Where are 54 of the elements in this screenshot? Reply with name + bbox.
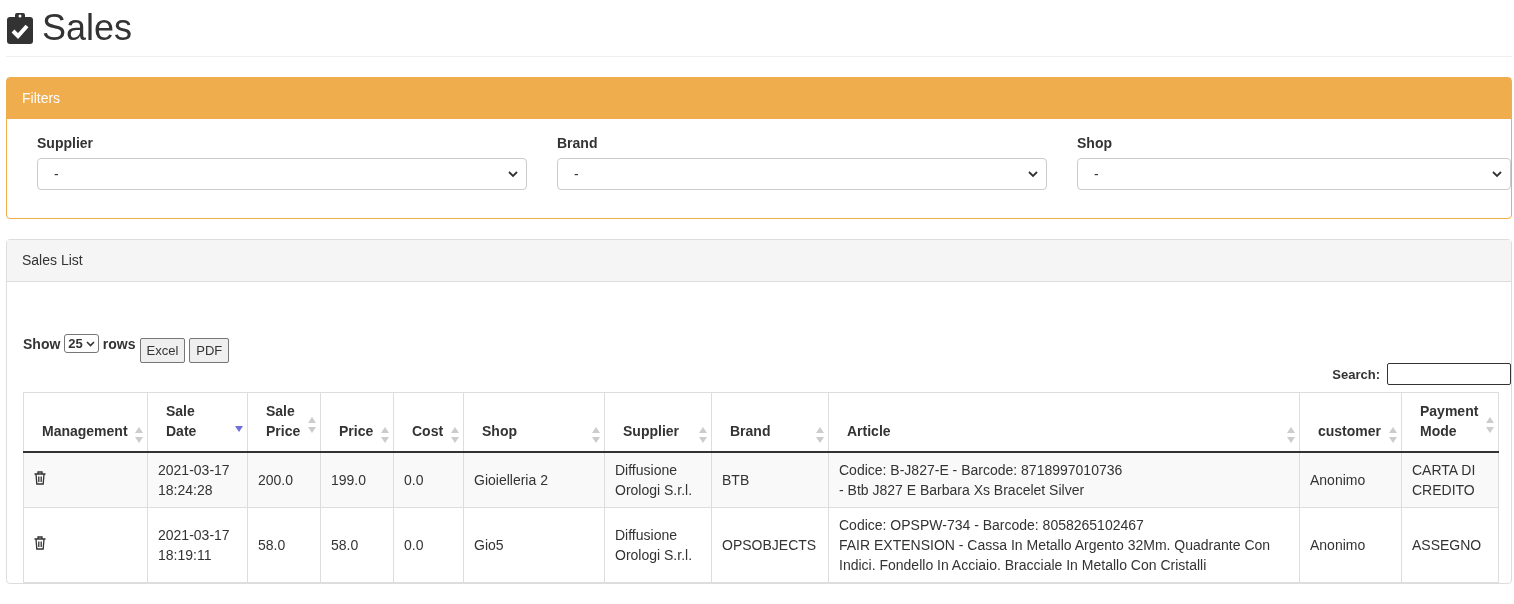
table-cell: Diffusione Orologi S.r.l. <box>604 507 712 583</box>
table-cell: 58.0 <box>247 507 321 583</box>
table-cell: 2021-03-17 18:19:11 <box>147 507 248 583</box>
rows-per-page-dropdown[interactable]: 25 <box>64 334 99 353</box>
field-label: Supplier <box>37 135 93 151</box>
rows-label: rows <box>102 335 136 352</box>
table-cell: Anonimo <box>1299 507 1402 583</box>
table-cell: Codice: B-J827-E - Barcode: 8718997010736 - Btb J827 E Barbara Xs Bracelet Silver <box>828 452 1300 508</box>
sort-icon <box>816 427 824 443</box>
table-cell: Diffusione Orologi S.r.l. <box>604 452 712 508</box>
table-cell: ASSEGNO <box>1401 507 1499 583</box>
sort-icon <box>451 427 459 443</box>
dropdown-field[interactable]: - <box>37 158 527 190</box>
table-cell: 0.0 <box>393 507 464 583</box>
table-cell: 58.0 <box>320 507 394 583</box>
dropdown-field[interactable]: - <box>1077 158 1511 190</box>
table-cell: Codice: OPSPW-734 - Barcode: 8058265102467 FAIR EXTENSION - Cassa In Metallo Argento 32Mm. Quadrante Con Indici. Fondello In Acciaio. Bracciale In Metallo Con Cristalli <box>828 507 1300 583</box>
field-label: Shop <box>1077 135 1112 151</box>
table-cell: Gio5 <box>463 507 605 583</box>
table-cell: BTB <box>711 452 829 508</box>
trash-icon[interactable] <box>34 536 46 550</box>
export-button[interactable]: Excel <box>139 338 186 363</box>
show-label: Show <box>23 335 61 352</box>
sort-icon <box>135 427 143 443</box>
sort-icon <box>1486 417 1494 433</box>
search-field[interactable] <box>1387 363 1511 385</box>
table-cell: Anonimo <box>1299 452 1402 508</box>
panel-heading: Sales List <box>7 240 1511 282</box>
sort-descending-icon <box>235 426 243 432</box>
chevron-down-icon <box>85 340 95 347</box>
export-button[interactable]: PDF <box>189 338 230 363</box>
sort-icon <box>699 427 707 443</box>
table-cell: CARTA DI CREDITO <box>1401 452 1499 508</box>
field-label: Brand <box>557 135 598 151</box>
sort-icon <box>381 427 389 443</box>
table-cell: 2021-03-17 18:24:28 <box>147 452 248 508</box>
sort-icon <box>1287 427 1295 443</box>
trash-icon[interactable] <box>34 471 46 485</box>
clipboard-check-icon <box>6 12 34 44</box>
table-cell: OPSOBJECTS <box>711 507 829 583</box>
table-cell: 0.0 <box>393 452 464 508</box>
table-cell: 200.0 <box>247 452 321 508</box>
chevron-down-icon <box>508 170 518 178</box>
sort-icon <box>1389 427 1397 443</box>
chevron-down-icon <box>1492 170 1502 178</box>
search-label: Search: <box>1332 366 1380 382</box>
dropdown-field[interactable]: - <box>557 158 1047 190</box>
sort-icon <box>592 427 600 443</box>
sort-icon <box>308 417 316 433</box>
chevron-down-icon <box>1028 170 1038 178</box>
page-title: Sales <box>42 8 133 48</box>
panel-heading: Filters <box>7 78 1511 119</box>
table-cell: 199.0 <box>320 452 394 508</box>
table-cell: Gioielleria 2 <box>463 452 605 508</box>
